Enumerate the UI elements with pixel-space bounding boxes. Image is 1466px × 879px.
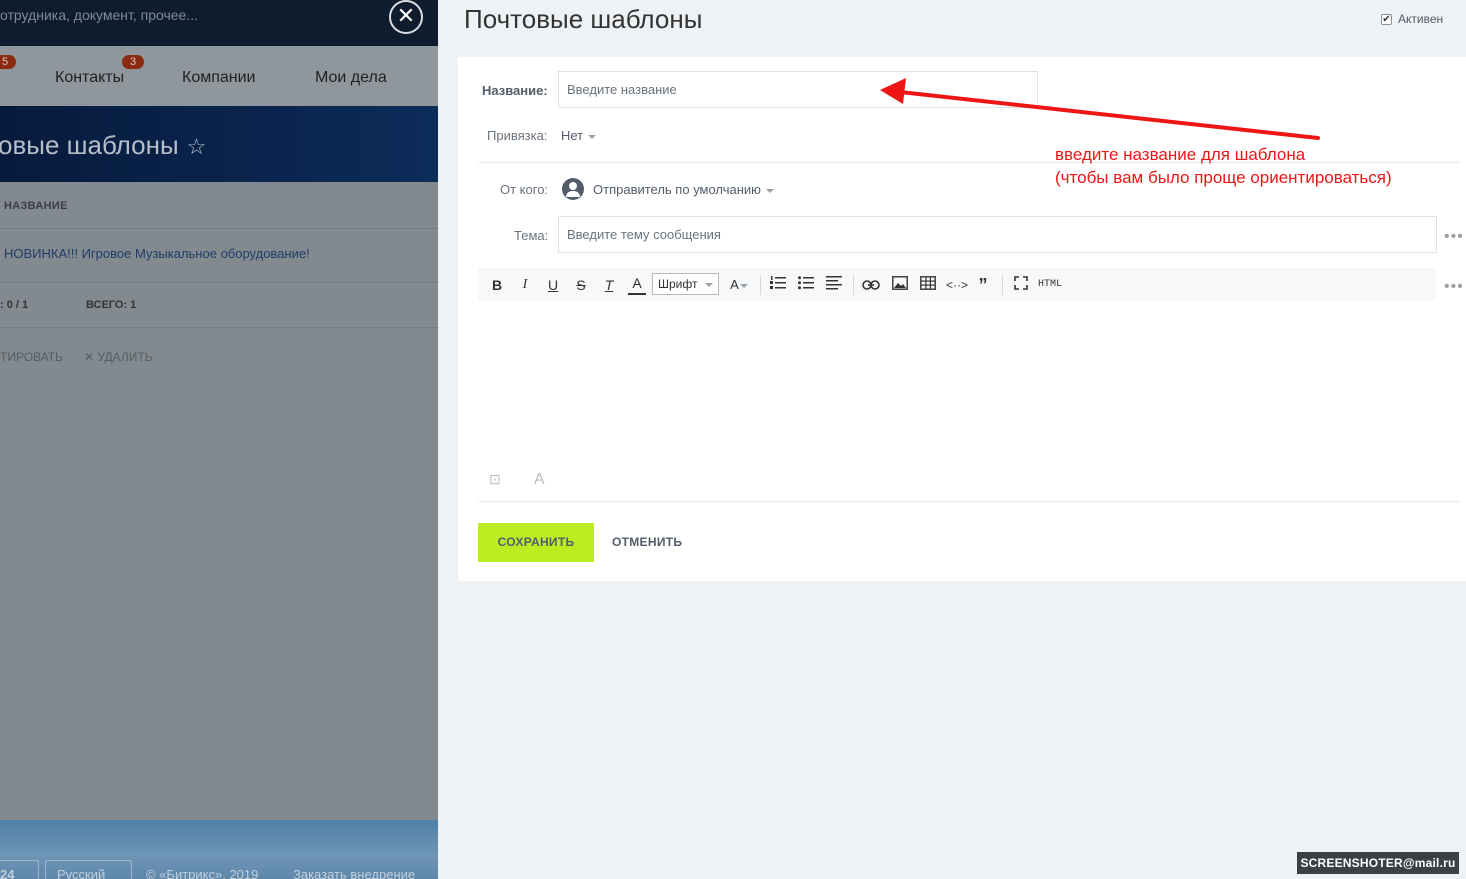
template-form: Название: Введите название Привязка: Нет… [458,57,1466,581]
active-toggle[interactable]: ✔ Активен [1381,12,1443,26]
subject-label: Тема: [514,228,549,243]
annotation-note: введите название для шаблона (чтобы вам … [1055,143,1392,189]
user-avatar-icon [562,178,584,200]
html-mode-button[interactable]: HTML [1037,275,1063,295]
binding-dropdown[interactable]: Нет [561,128,597,143]
menu-item-companies[interactable]: Компании [182,69,256,87]
insert-link-button[interactable] [860,275,882,295]
toolbar-separator [1002,275,1003,295]
total-count: ВСЕГО: 1 [86,299,137,311]
subject-input[interactable]: Введите тему сообщения [558,216,1437,253]
insert-image-button[interactable] [890,275,910,295]
align-button[interactable] [824,275,844,295]
link-icon [862,280,880,290]
font-family-select[interactable]: Шрифт [652,273,719,295]
mail-template-slider: Почтовые шаблоны ✔ Активен Название: Вве… [438,0,1466,879]
save-button[interactable]: СОХРАНИТЬ [478,523,594,562]
ordered-list-button[interactable] [768,275,788,295]
image-icon [892,276,908,290]
header-bar: отрудника, документ, прочее... ✕ [0,0,438,46]
chevron-down-icon [588,134,597,139]
menu-item-contacts[interactable]: Контакты [55,69,124,87]
annotation-line-2: (чтобы вам было проще ориентироваться) [1055,168,1392,187]
more-options-icon[interactable]: ••• [1444,229,1464,245]
order-implementation-link[interactable]: Заказать внедрение [293,867,415,879]
cancel-button[interactable]: ОТМЕНИТЬ [612,523,682,562]
delete-action-button[interactable]: ✕ УДАЛИТЬ [84,350,153,364]
fullscreen-icon [1014,276,1028,290]
insert-code-button[interactable]: <··> [945,275,969,295]
logo-frame [0,860,39,879]
text-format-icon[interactable]: A [534,471,545,489]
chevron-down-icon [705,282,714,287]
menu-badge: 5 [0,55,16,69]
annotation-line-1: введите название для шаблона [1055,145,1306,164]
search-input[interactable]: отрудника, документ, прочее... [0,7,198,23]
ordered-list-icon [770,276,786,289]
menu-item-my-tasks[interactable]: Мои дела [315,69,387,87]
page-title: овые шаблоны ☆ [0,130,207,160]
background-page: отрудника, документ, прочее... ✕ 5 Конта… [0,0,438,879]
close-slider-button[interactable]: ✕ [389,0,423,34]
edit-action-button[interactable]: ТИРОВАТЬ [0,350,63,364]
grid-divider [0,327,438,328]
chevron-down-icon [765,188,774,193]
menu-badge: 3 [122,55,144,69]
from-dropdown[interactable]: Отправитель по умолчанию [593,182,774,197]
language-label: Русский [57,867,106,879]
quote-button[interactable]: ” [974,275,992,295]
font-size-button[interactable]: A [726,275,752,295]
clear-format-button[interactable]: T [600,275,618,295]
editor-divider [478,501,1460,502]
page-title-bar: овые шаблоны ☆ [0,106,438,182]
name-input[interactable]: Введите название [558,71,1038,108]
favorite-star-icon[interactable]: ☆ [187,134,207,159]
binding-label: Привязка: [487,128,548,143]
toolbar-separator [760,275,761,295]
table-icon [920,276,936,290]
bullet-list-button[interactable] [796,275,816,295]
attach-file-icon[interactable]: ⊡ [489,471,501,488]
message-editor[interactable] [478,301,1436,451]
templates-grid: НАЗВАНИЕ НОВИНКА!!! Игровое Музыкальное … [0,182,438,822]
toolbar-more-icon[interactable]: ••• [1444,279,1464,295]
editor-toolbar: B I U S T A Шрифт A <··> ” HTML [478,268,1436,301]
name-label: Название: [482,83,548,98]
active-checkbox[interactable]: ✔ [1381,13,1392,25]
align-left-icon [826,276,842,290]
chevron-down-icon [739,283,748,288]
bullet-list-icon [798,276,814,290]
toolbar-separator [853,275,854,295]
page-footer: 24 Русский © «Битрикс», 2019 Заказать вн… [0,820,438,879]
insert-table-button[interactable] [918,275,938,295]
italic-button[interactable]: I [516,275,534,295]
copyright-text: © «Битрикс», 2019 [146,867,259,879]
strikethrough-button[interactable]: S [572,275,590,295]
column-header-name[interactable]: НАЗВАНИЕ [4,200,68,212]
underline-button[interactable]: U [544,275,562,295]
bold-button[interactable]: B [488,275,506,295]
table-row[interactable]: НОВИНКА!!! Игровое Музыкальное оборудова… [4,246,310,261]
panel-title: Почтовые шаблоны [464,4,703,34]
grid-divider [0,282,438,283]
grid-divider [0,228,438,229]
from-label: От кого: [500,182,549,197]
selected-count: : 0 / 1 [0,299,29,311]
top-menu: 5 Контакты 3 Компании Мои дела [0,46,438,106]
font-color-button[interactable]: A [628,275,646,295]
screenshoter-watermark: SCREENSHOTER@mail.ru [1297,852,1459,874]
active-label: Активен [1398,12,1444,26]
fullscreen-button[interactable] [1011,275,1031,295]
